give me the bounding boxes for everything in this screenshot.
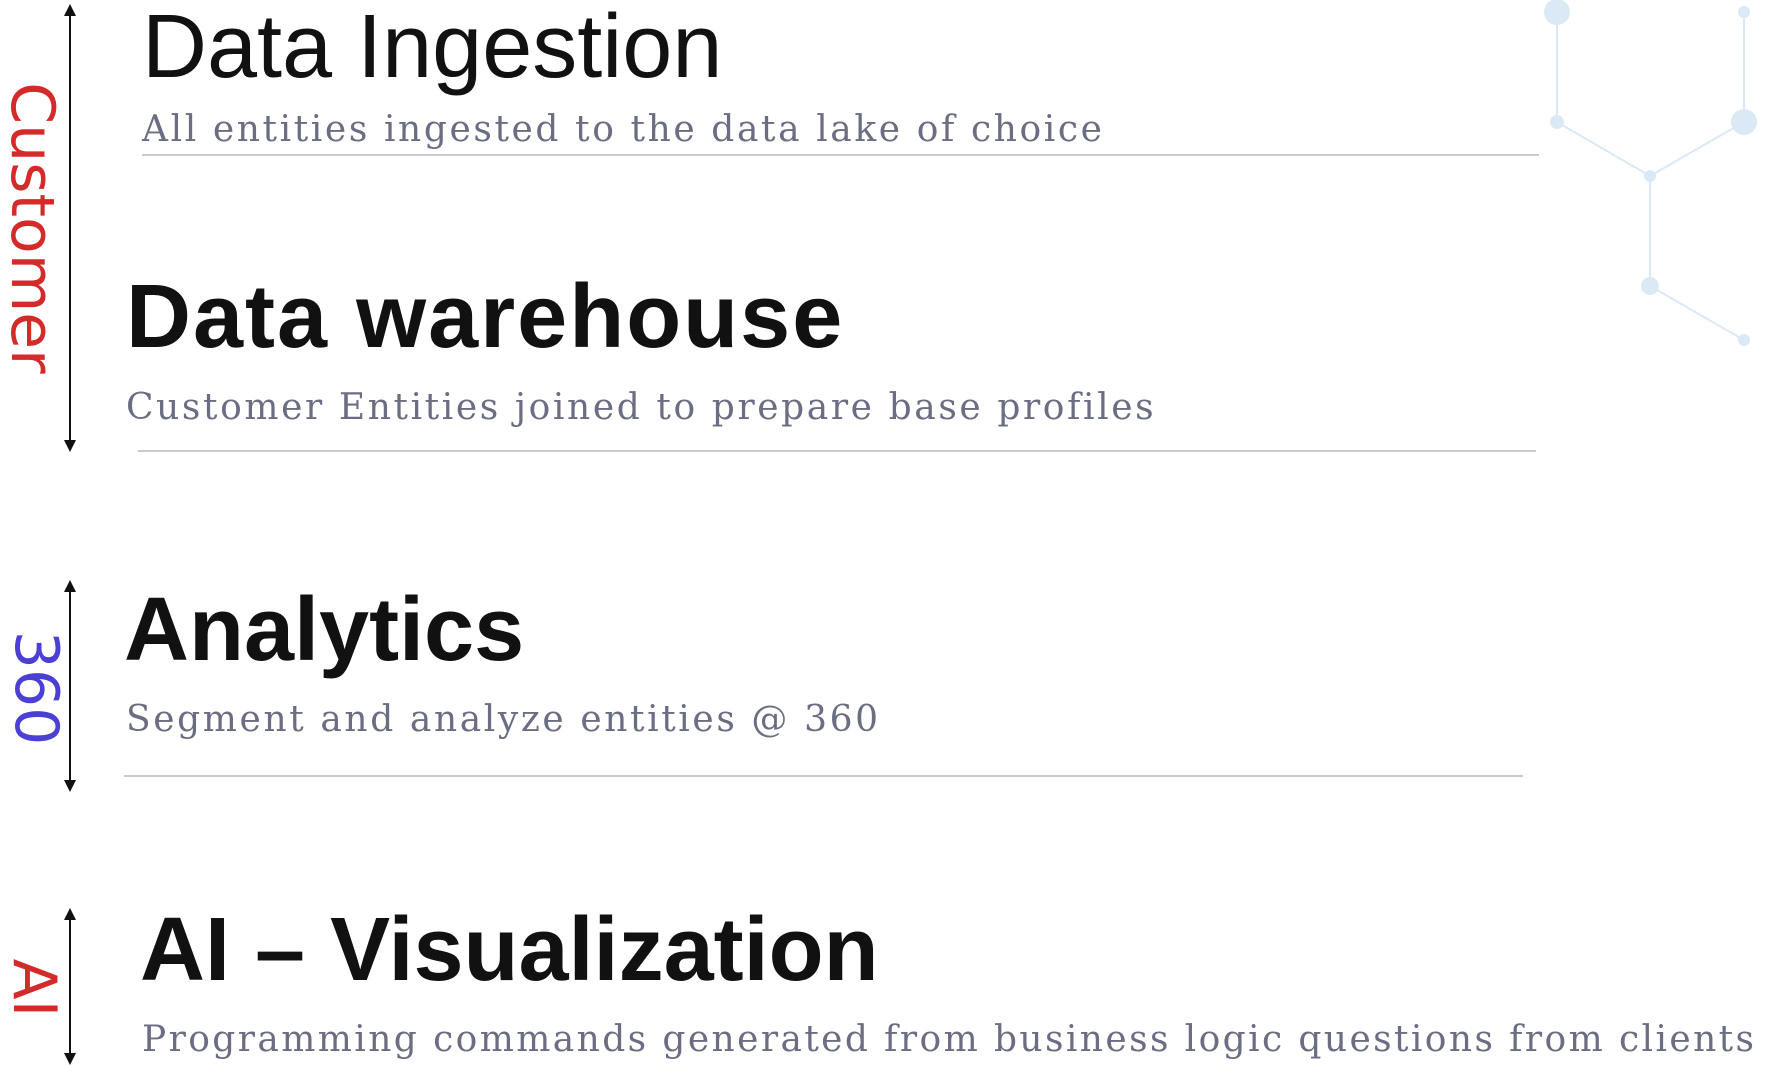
decorative-hexagon-network — [1544, 0, 1757, 346]
section-title-data-warehouse: Data warehouse — [126, 267, 845, 367]
section-divider-data-warehouse — [138, 450, 1536, 452]
three-sixty-label: 360 — [1, 630, 71, 746]
section-subtitle-data-ingestion: All entities ingested to the data lake o… — [142, 109, 1105, 150]
customer-label: Customer — [0, 82, 67, 374]
section-divider-data-ingestion — [142, 154, 1539, 156]
section-title-ai-visualization: AI – Visualization — [140, 900, 879, 1000]
ai-label: AI — [0, 958, 69, 1018]
diagram-canvas: Customer 360 AI Data Ingestion All entit… — [0, 0, 1775, 1065]
section-title-analytics: Analytics — [124, 580, 525, 680]
section-subtitle-analytics: Segment and analyze entities @ 360 — [126, 699, 881, 740]
section-subtitle-data-warehouse: Customer Entities joined to prepare base… — [126, 387, 1157, 428]
section-subtitle-ai-visualization: Programming commands generated from busi… — [142, 1019, 1757, 1060]
section-divider-analytics — [124, 775, 1523, 777]
section-title-data-ingestion: Data Ingestion — [142, 0, 723, 97]
